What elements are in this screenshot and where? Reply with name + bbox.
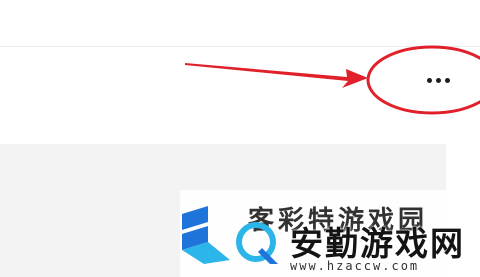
ellipsis-icon <box>444 77 450 83</box>
site-logo-q-icon <box>236 222 278 264</box>
watermark-site-name: 安勤游戏网 <box>290 224 465 263</box>
top-strip <box>0 0 480 47</box>
header-bar <box>0 47 480 139</box>
ellipsis-icon <box>426 77 432 83</box>
ellipsis-icon <box>435 77 441 83</box>
watermark: 客彩特游戏园 安勤游戏网 www.hzaccw.com <box>180 190 480 277</box>
site-logo-icon <box>182 206 230 264</box>
watermark-url: www.hzaccw.com <box>290 259 420 273</box>
more-options-button[interactable] <box>418 68 458 92</box>
